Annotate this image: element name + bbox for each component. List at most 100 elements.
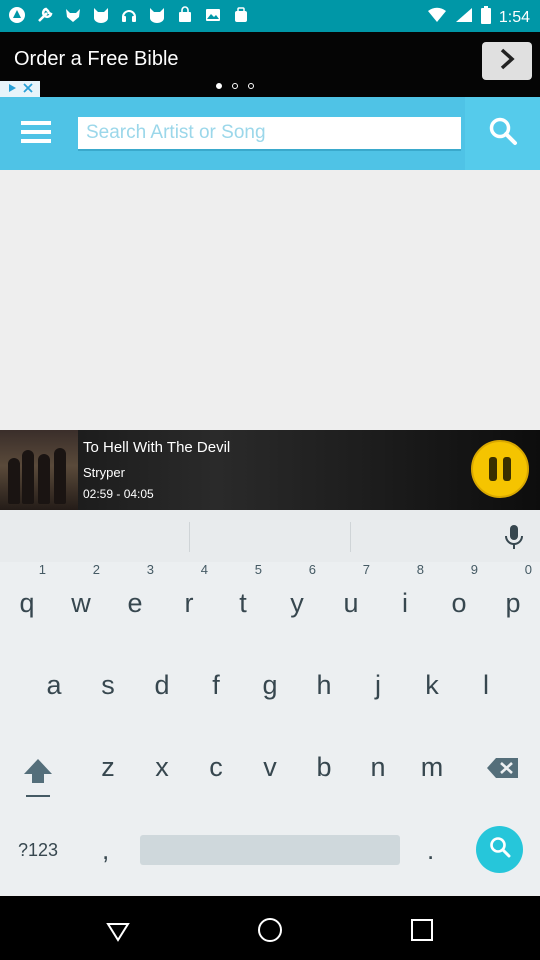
key-label: o [451,588,467,618]
search-toolbar [0,97,540,170]
adchoices-badge[interactable] [0,81,40,97]
pager-dot [248,83,254,89]
key-r[interactable]: r4 [162,562,216,619]
back-icon[interactable] [104,916,132,944]
backspace-key[interactable] [486,756,520,785]
key-o[interactable]: o9 [432,562,486,619]
results-area [0,170,540,430]
ad-next-button[interactable] [482,42,532,80]
key-z[interactable]: z [81,752,135,783]
key-label: q [19,588,35,618]
key-x[interactable]: x [135,752,189,783]
art-figure [22,450,34,504]
comma-key[interactable]: , [102,835,109,866]
art-figure [38,454,50,504]
key-g[interactable]: g [243,670,297,701]
ad-title[interactable]: Order a Free Bible [14,48,179,71]
key-hint: 5 [254,562,262,577]
ad-banner[interactable]: Order a Free Bible [0,32,540,97]
chevron-right-icon [496,47,518,76]
key-t[interactable]: t5 [216,562,270,619]
key-m[interactable]: m [405,752,459,783]
key-hint: 3 [146,562,154,577]
key-k[interactable]: k [405,670,459,701]
soft-keyboard: q1w2e3r4t5y6u7i8o9p0 asdfghjkl zxcvbnm ?… [0,510,540,895]
space-key[interactable] [140,835,400,865]
key-hint: 2 [92,562,100,577]
key-hint: 0 [524,562,532,577]
key-l[interactable]: l [459,670,513,701]
tool-icon [36,6,54,24]
ad-pager [216,83,254,89]
now-playing-bar[interactable]: To Hell With The Devil Stryper 02:59 - 0… [0,430,540,510]
key-hint: 8 [416,562,424,577]
shift-icon [22,759,54,791]
period-key[interactable]: . [427,835,434,866]
key-label: u [343,588,359,618]
headphones-icon [120,6,138,24]
cat-icon [148,6,166,24]
key-label: m [420,752,444,782]
status-right: 1:54 [427,6,530,29]
key-a[interactable]: a [27,670,81,701]
hamburger-menu-icon[interactable] [20,119,52,145]
suggestion-divider [350,522,351,552]
close-icon [23,80,33,98]
microphone-icon[interactable] [504,524,524,555]
screen: 1:54 Order a Free Bible Search Artist or… [0,0,540,960]
search-box[interactable] [78,117,461,151]
fox-icon [64,6,82,24]
key-i[interactable]: i8 [378,562,432,619]
navigation-bar [0,896,540,960]
key-u[interactable]: u7 [324,562,378,619]
key-h[interactable]: h [297,670,351,701]
search-button[interactable] [465,97,540,170]
menu-line [21,121,51,125]
status-bar: 1:54 [0,0,540,32]
art-figure [54,448,66,504]
key-label: r [184,588,194,618]
key-hint: 1 [38,562,46,577]
pause-button[interactable] [471,440,529,498]
key-label: a [46,670,62,700]
track-artist: Stryper [83,465,125,480]
shift-key[interactable] [22,757,54,797]
key-label: c [209,752,223,782]
pager-dot [232,83,238,89]
key-p[interactable]: p0 [486,562,540,619]
album-art[interactable] [0,430,78,510]
key-label: e [127,588,143,618]
shift-underline [26,795,50,797]
key-w[interactable]: w2 [54,562,108,619]
key-label: f [212,670,220,700]
key-n[interactable]: n [351,752,405,783]
key-c[interactable]: c [189,752,243,783]
home-icon[interactable] [256,916,284,944]
key-v[interactable]: v [243,752,297,783]
play-icon [7,80,17,98]
wifi-icon [427,7,447,28]
key-b[interactable]: b [297,752,351,783]
pager-dot [216,83,222,89]
key-hint: 4 [200,562,208,577]
key-d[interactable]: d [135,670,189,701]
key-j[interactable]: j [351,670,405,701]
symbols-key[interactable]: ?123 [18,840,58,861]
track-time: 02:59 - 04:05 [83,487,154,501]
keyboard-search-key[interactable] [476,826,523,873]
pause-icon [489,457,497,481]
key-q[interactable]: q1 [0,562,54,619]
recents-icon[interactable] [408,916,436,944]
key-label: b [316,752,332,782]
search-input[interactable] [78,117,461,149]
key-s[interactable]: s [81,670,135,701]
key-label: w [71,588,91,618]
key-label: x [155,752,169,782]
key-label: g [262,670,278,700]
key-label: t [239,588,247,618]
key-label: v [263,752,277,782]
key-y[interactable]: y6 [270,562,324,619]
key-e[interactable]: e3 [108,562,162,619]
photo-icon [204,6,222,24]
key-f[interactable]: f [189,670,243,701]
